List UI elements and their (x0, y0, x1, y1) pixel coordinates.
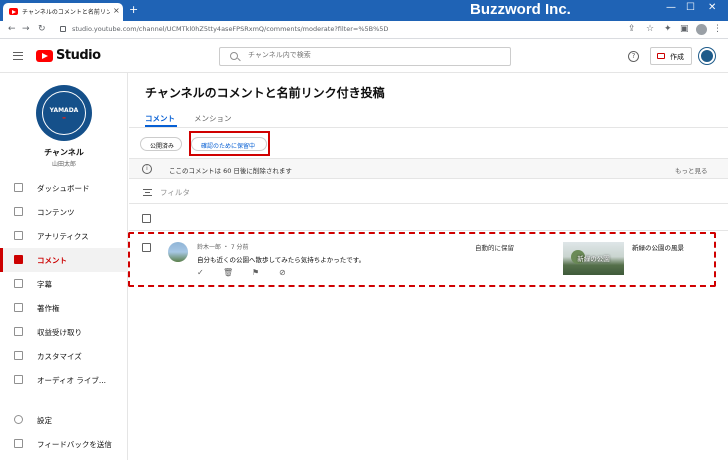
channel-avatar-text: YAMADA (49, 107, 79, 114)
address-bar: ← → ↻ studio.youtube.com/channel/UCMTkl0… (0, 21, 728, 39)
share-icon[interactable]: ⇪ (628, 24, 636, 34)
hamburger-menu-icon[interactable] (13, 52, 23, 60)
feedback-icon (14, 439, 23, 448)
create-button[interactable]: 作成 (650, 47, 692, 65)
audio-library-icon (14, 375, 23, 384)
comment-icon (14, 255, 23, 264)
customize-icon (14, 351, 23, 360)
monetization-icon (14, 327, 23, 336)
filter-icon[interactable] (143, 189, 152, 196)
help-icon[interactable]: ? (628, 51, 639, 62)
extensions-icon[interactable]: ✦ (664, 24, 672, 34)
back-icon[interactable]: ← (8, 24, 16, 34)
analytics-icon (14, 231, 23, 240)
video-camera-icon (657, 53, 665, 59)
subtitles-icon (14, 279, 23, 288)
channel-name: チャンネル (44, 148, 84, 157)
youtube-favicon-icon (9, 8, 18, 15)
sidebar-item-label: コンテンツ (37, 208, 75, 217)
channel-user-name: 山田太郎 (51, 161, 76, 168)
forward-icon[interactable]: → (22, 24, 30, 34)
sidebar-item-copyright[interactable]: 著作権 (0, 296, 128, 320)
maximize-icon[interactable]: ☐ (686, 2, 695, 13)
page-title: チャンネルのコメントと名前リンク付き投稿 (145, 86, 385, 100)
list-header-divider (129, 230, 728, 231)
browser-menu-icon[interactable]: ⋮ (713, 24, 722, 34)
sidebar-item-label: オーディオ ライブ... (37, 376, 107, 385)
sidebar-item-label: 設定 (37, 416, 52, 425)
sidebar-item-label: 著作権 (37, 304, 60, 313)
window-close-icon[interactable]: ✕ (708, 2, 716, 13)
tab-comments[interactable]: コメント (145, 113, 175, 124)
sidebar-item-label: アナリティクス (37, 232, 89, 241)
search-input[interactable] (248, 51, 498, 59)
sidebar-item-feedback[interactable]: フィードバックを送信 (0, 432, 128, 456)
sidebar-item-customize[interactable]: カスタマイズ (0, 344, 128, 368)
highlight-box-comment-row (128, 232, 716, 287)
sidebar-item-label: カスタマイズ (37, 352, 82, 361)
sidebar-item-label: コメント (37, 256, 67, 265)
create-button-label: 作成 (670, 53, 684, 61)
learn-more-link[interactable]: もっと見る (675, 165, 708, 175)
sidebar-item-label: ダッシュボード (37, 184, 90, 193)
youtube-logo-icon[interactable] (36, 50, 53, 62)
sidebar-item-label: フィードバックを送信 (37, 440, 112, 449)
url-field[interactable]: studio.youtube.com/channel/UCMTkl0hZ5tty… (72, 25, 388, 33)
sidebar-item-monetization[interactable]: 収益受け取り (0, 320, 128, 344)
sidebar-item-dashboard[interactable]: ダッシュボード (0, 176, 128, 200)
sidebar-item-subtitles[interactable]: 字幕 (0, 272, 128, 296)
sidebar-item-settings[interactable]: 設定 (0, 408, 128, 432)
info-text: ここのコメントは 60 日後に削除されます (169, 167, 292, 175)
reload-icon[interactable]: ↻ (38, 24, 46, 34)
settings-icon (14, 415, 23, 424)
browser-tab-bar: チャンネルのコメントと名前リンク付き × + Buzzword Inc. — ☐… (0, 0, 728, 21)
new-tab-button[interactable]: + (129, 3, 138, 16)
tab-mentions[interactable]: メンション (194, 113, 232, 124)
lock-icon[interactable] (60, 26, 66, 32)
tab-close-icon[interactable]: × (113, 6, 120, 15)
dashboard-icon (14, 183, 23, 192)
highlight-box-chip (189, 131, 270, 156)
minimize-icon[interactable]: — (666, 2, 676, 13)
account-avatar[interactable] (699, 48, 715, 64)
copyright-icon (14, 303, 23, 312)
sidebar-item-audio-library[interactable]: オーディオ ライブ... (0, 368, 128, 392)
browser-profile-avatar[interactable] (696, 24, 707, 35)
sidebar-item-analytics[interactable]: アナリティクス (0, 224, 128, 248)
channel-avatar-mark: ▬ (62, 115, 66, 120)
sidebar-item-label: 字幕 (37, 280, 52, 289)
studio-logo-text[interactable]: Studio (56, 48, 101, 63)
info-banner: i ここのコメントは 60 日後に削除されます もっと見る (129, 158, 728, 179)
filter-divider (129, 203, 728, 204)
sidebar-item-comments[interactable]: コメント (0, 248, 128, 272)
channel-avatar[interactable]: YAMADA ▬ (36, 85, 92, 141)
studio-header: Studio ? 作成 (0, 39, 728, 73)
content-icon (14, 207, 23, 216)
search-icon (230, 52, 238, 60)
select-all-checkbox[interactable] (142, 214, 151, 223)
browser-tab[interactable]: チャンネルのコメントと名前リンク付き × (3, 3, 123, 21)
channel-search[interactable] (219, 47, 511, 66)
sidepanel-icon[interactable]: ▣ (680, 24, 689, 34)
browser-tab-title: チャンネルのコメントと名前リンク付き (22, 9, 110, 16)
sidebar-item-label: 収益受け取り (37, 328, 82, 337)
filter-input[interactable]: フィルタ (160, 187, 190, 198)
tabs-divider (129, 127, 728, 128)
brand-watermark: Buzzword Inc. (470, 1, 571, 18)
chip-published[interactable]: 公開済み (140, 137, 182, 151)
sidebar-item-content[interactable]: コンテンツ (0, 200, 128, 224)
info-icon: i (142, 164, 152, 174)
sidebar: YAMADA ▬ チャンネル 山田太郎 ダッシュボード コンテンツ アナリティク… (0, 73, 128, 460)
bookmark-star-icon[interactable]: ☆ (646, 24, 654, 34)
